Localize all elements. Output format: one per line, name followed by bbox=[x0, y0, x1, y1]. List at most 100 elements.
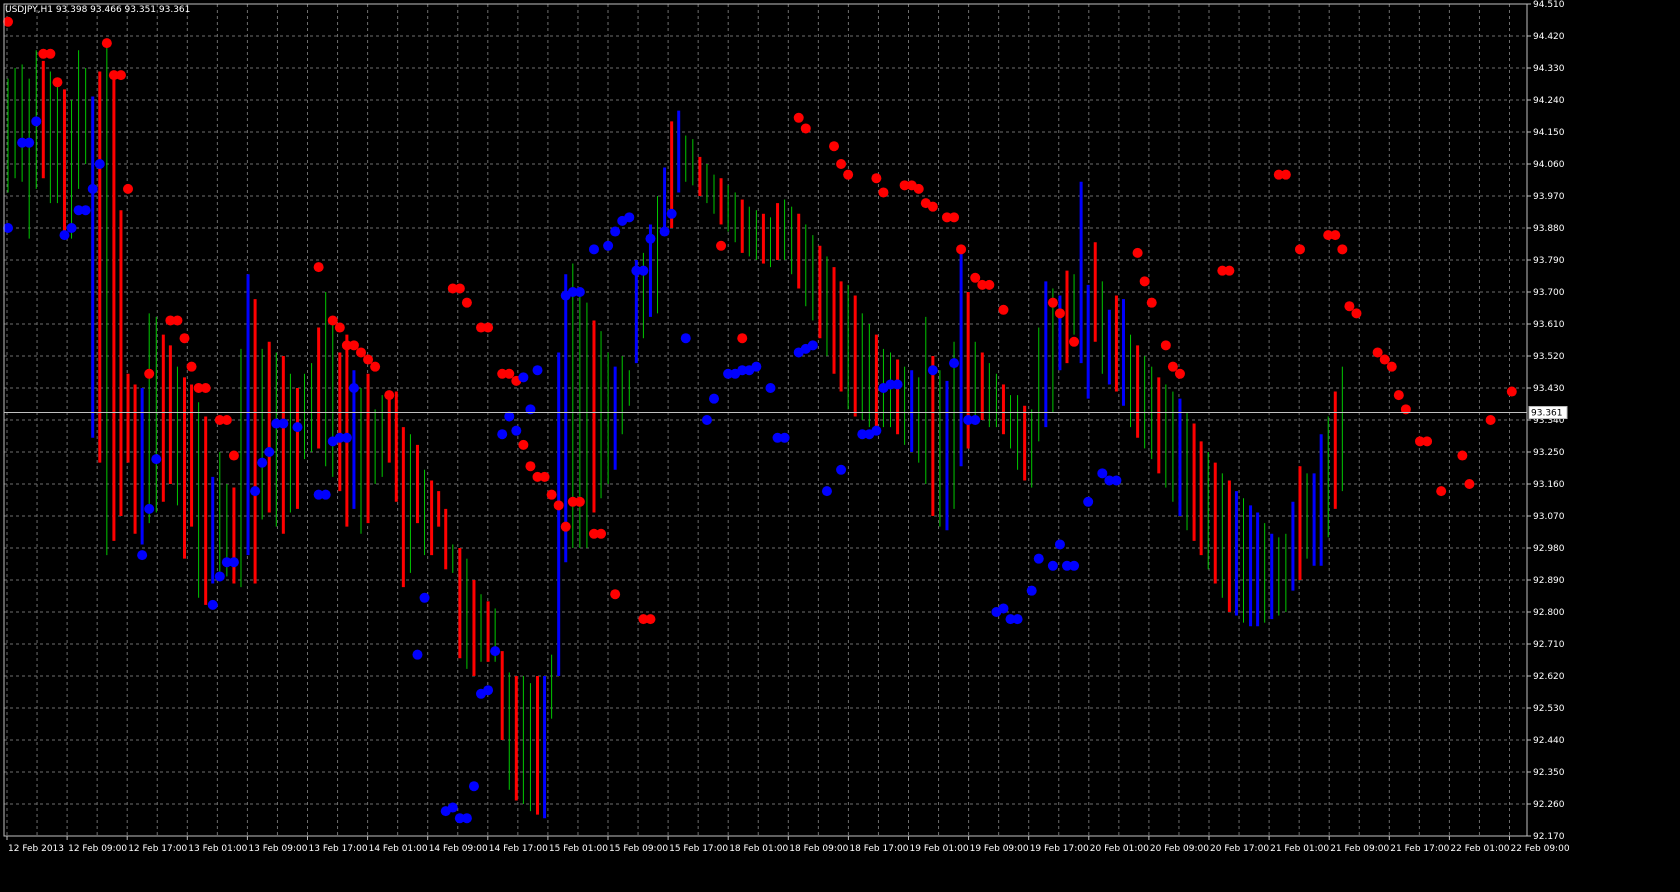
support-dot bbox=[970, 415, 981, 425]
resistance-dot bbox=[793, 112, 804, 123]
y-tick-label: 92.620 bbox=[1533, 672, 1565, 682]
resistance-dot bbox=[1132, 247, 1143, 258]
y-tick-label: 93.160 bbox=[1533, 480, 1565, 490]
resistance-dot bbox=[1485, 415, 1496, 425]
resistance-dot bbox=[1436, 486, 1447, 497]
resistance-dot bbox=[970, 272, 981, 283]
support-dot bbox=[31, 116, 42, 127]
resistance-dot bbox=[984, 279, 995, 290]
x-tick-label: 18 Feb 17:00 bbox=[849, 844, 908, 854]
support-dot bbox=[348, 383, 359, 393]
support-dot bbox=[447, 802, 458, 813]
resistance-dot bbox=[927, 201, 938, 212]
support-dot bbox=[468, 781, 479, 792]
y-tick-label: 92.170 bbox=[1533, 832, 1565, 842]
resistance-dot bbox=[179, 333, 190, 344]
resistance-dot bbox=[998, 304, 1009, 315]
x-tick-label: 20 Feb 01:00 bbox=[1090, 844, 1149, 854]
chart-svg: 94.510 94.420 94.330 94.240 94.150 94.060 93.9… bbox=[0, 0, 1680, 888]
support-dot bbox=[807, 340, 818, 351]
support-dot bbox=[624, 212, 635, 223]
resistance-dot bbox=[737, 333, 748, 344]
resistance-dot bbox=[836, 159, 847, 169]
y-tick-label: 94.060 bbox=[1533, 160, 1565, 170]
x-tick-label: 18 Feb 01:00 bbox=[729, 844, 788, 854]
y-tick-label: 92.260 bbox=[1533, 800, 1565, 810]
resistance-dot bbox=[645, 614, 656, 625]
y-tick-label: 92.800 bbox=[1533, 608, 1565, 618]
resistance-dot bbox=[384, 390, 395, 401]
x-tick-label: 12 Feb 09:00 bbox=[68, 844, 127, 854]
y-tick-label: 92.350 bbox=[1533, 768, 1565, 778]
resistance-dot bbox=[1047, 297, 1058, 308]
chart: 94.510 94.420 94.330 94.240 94.150 94.060 93.9… bbox=[0, 0, 1680, 888]
support-dot bbox=[1069, 560, 1080, 571]
resistance-dot bbox=[1393, 390, 1404, 401]
support-dot bbox=[59, 230, 70, 241]
resistance-dot bbox=[800, 123, 811, 134]
x-tick-label: 19 Feb 01:00 bbox=[910, 844, 969, 854]
resistance-dot bbox=[1280, 169, 1291, 180]
x-tick-label: 18 Feb 09:00 bbox=[789, 844, 848, 854]
resistance-dot bbox=[1167, 361, 1178, 372]
y-tick-label: 92.440 bbox=[1533, 736, 1565, 746]
resistance-dot bbox=[610, 589, 621, 600]
resistance-dot bbox=[1146, 297, 1157, 308]
x-tick-label: 19 Feb 09:00 bbox=[970, 844, 1029, 854]
support-dot bbox=[709, 393, 719, 404]
support-dot bbox=[1026, 585, 1037, 596]
support-dot bbox=[1097, 468, 1108, 479]
resistance-dot bbox=[327, 315, 338, 326]
support-dot bbox=[497, 429, 508, 440]
support-dot bbox=[666, 208, 677, 219]
support-dot bbox=[228, 557, 239, 568]
support-dot bbox=[490, 646, 501, 657]
y-tick-label: 93.610 bbox=[1533, 320, 1565, 330]
x-tick-label: 12 Feb 17:00 bbox=[128, 844, 187, 854]
y-tick-label: 94.240 bbox=[1533, 96, 1565, 106]
x-tick-label: 19 Feb 17:00 bbox=[1030, 844, 1089, 854]
support-dot bbox=[292, 422, 303, 433]
support-dot bbox=[645, 233, 656, 244]
support-dot bbox=[1012, 614, 1023, 625]
resistance-dot bbox=[949, 212, 960, 223]
current-price-label: 93.361 bbox=[1531, 409, 1563, 419]
support-dot bbox=[1047, 560, 1058, 571]
resistance-dot bbox=[1457, 450, 1468, 461]
resistance-dot bbox=[144, 368, 155, 379]
y-tick-label: 93.790 bbox=[1533, 256, 1565, 266]
support-dot bbox=[207, 599, 218, 610]
resistance-dot bbox=[370, 361, 381, 372]
resistance-dot bbox=[560, 521, 571, 532]
resistance-dot bbox=[52, 77, 63, 88]
y-tick-label: 93.430 bbox=[1533, 384, 1565, 394]
resistance-dot bbox=[956, 244, 967, 255]
x-tick-label: 14 Feb 09:00 bbox=[429, 844, 488, 854]
support-dot bbox=[1054, 539, 1065, 550]
support-dot bbox=[87, 183, 98, 194]
x-tick-label: 22 Feb 09:00 bbox=[1511, 844, 1570, 854]
resistance-dot bbox=[363, 354, 374, 365]
resistance-dot bbox=[574, 496, 585, 507]
support-dot bbox=[751, 361, 762, 372]
y-tick-label: 93.250 bbox=[1533, 448, 1565, 458]
resistance-dot bbox=[525, 461, 536, 472]
support-dot bbox=[927, 365, 938, 376]
resistance-dot bbox=[843, 169, 854, 180]
resistance-dot bbox=[1344, 301, 1355, 312]
resistance-dot bbox=[829, 141, 840, 152]
x-tick-label: 21 Feb 09:00 bbox=[1330, 844, 1389, 854]
support-dot bbox=[892, 379, 903, 390]
resistance-dot bbox=[1422, 436, 1433, 447]
y-tick-label: 93.970 bbox=[1533, 192, 1565, 202]
support-dot bbox=[137, 550, 148, 561]
x-tick-label: 14 Feb 01:00 bbox=[369, 844, 428, 854]
support-dot bbox=[264, 447, 275, 457]
resistance-dot bbox=[101, 38, 112, 49]
support-dot bbox=[24, 137, 35, 148]
support-dot bbox=[871, 425, 882, 436]
resistance-dot bbox=[348, 340, 359, 351]
support-dot bbox=[765, 383, 776, 393]
x-tick-label: 15 Feb 01:00 bbox=[549, 844, 608, 854]
support-dot bbox=[836, 464, 847, 475]
